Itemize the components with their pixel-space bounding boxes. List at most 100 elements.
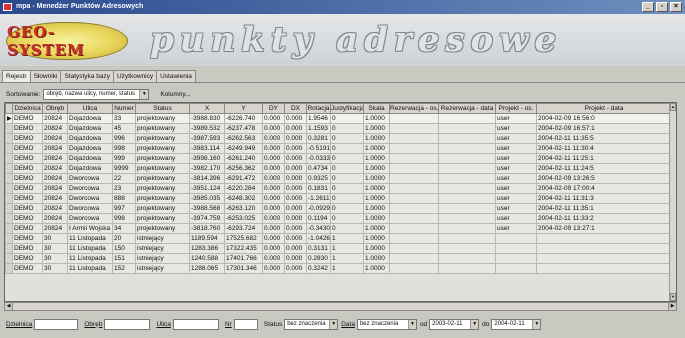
table-cell[interactable]: DEMO [12, 143, 43, 154]
table-cell[interactable]: -3951.124 [189, 183, 225, 194]
table-cell[interactable]: 0 [330, 113, 364, 124]
table-row[interactable]: DEMO 20824 Dworcowa 23 projektowany -3951.124… [5, 183, 672, 194]
table-cell[interactable]: 1.9546 [306, 113, 331, 124]
table-cell[interactable]: 1.1593 [306, 123, 331, 134]
table-cell[interactable] [389, 193, 439, 204]
table-cell[interactable] [438, 203, 496, 214]
sort-select[interactable]: obręb, nazwa ulicy, numer, status ▼ [43, 88, 150, 100]
row-indicator[interactable] [5, 203, 13, 214]
table-cell[interactable]: user [495, 143, 537, 154]
table-cell[interactable]: DEMO [12, 243, 43, 254]
table-cell[interactable]: 999 [112, 153, 136, 164]
table-cell[interactable]: -0.5191 [306, 143, 331, 154]
table-cell[interactable]: -3974.759 [189, 213, 225, 224]
nr-input[interactable] [233, 318, 258, 330]
row-indicator[interactable] [5, 253, 13, 264]
table-cell[interactable]: -0.3430 [306, 223, 331, 234]
table-cell[interactable]: DEMO [12, 193, 43, 204]
table-cell[interactable]: -6263.120 [224, 203, 263, 214]
table-cell[interactable]: projektowany [135, 113, 190, 124]
table-cell[interactable] [438, 153, 496, 164]
table-cell[interactable]: 0.000 [284, 123, 307, 134]
table-cell[interactable] [438, 183, 496, 194]
table-cell[interactable]: 1.0000 [363, 133, 390, 144]
table-cell[interactable] [536, 243, 672, 254]
table-cell[interactable]: projektowany [135, 213, 190, 224]
table-cell[interactable]: projektowany [135, 123, 190, 134]
table-cell[interactable]: 0.000 [284, 143, 307, 154]
tab-ustawienia[interactable]: Ustawienia [156, 70, 196, 82]
table-cell[interactable]: -6237.478 [224, 123, 263, 134]
table-cell[interactable]: user [495, 133, 537, 144]
column-header[interactable]: DY [262, 103, 285, 114]
table-cell[interactable] [495, 233, 537, 244]
table-cell[interactable]: 1.0000 [363, 163, 390, 174]
table-cell[interactable]: 1.0000 [363, 243, 390, 254]
table-cell[interactable]: 2004-02-11 11:30:4 [536, 143, 672, 154]
table-cell[interactable] [438, 263, 496, 274]
table-row[interactable]: DEMO 30 11 Listopada 151 istniejący 1240.588 1… [5, 253, 672, 264]
table-row[interactable]: DEMO 20824 Dworcowa 22 projektowany -3814.396… [5, 173, 672, 184]
table-cell[interactable]: 0 [330, 153, 364, 164]
table-row[interactable]: DEMO 30 11 Listopada 20 istniejący 1189.594 17… [5, 233, 672, 244]
table-cell[interactable]: DEMO [12, 153, 43, 164]
table-cell[interactable]: 888 [112, 193, 136, 204]
table-cell[interactable]: 0.000 [284, 213, 307, 224]
table-cell[interactable]: 22 [112, 173, 136, 184]
table-cell[interactable]: 11 Listopada [67, 253, 113, 264]
table-cell[interactable]: 0.3131 [306, 243, 331, 254]
table-cell[interactable]: DEMO [12, 233, 43, 244]
table-cell[interactable]: DEMO [12, 223, 43, 234]
chevron-down-icon[interactable]: ▼ [139, 89, 149, 99]
table-row[interactable]: DEMO 20824 Dojazdowa 998 projektowany -3983.1… [5, 143, 672, 154]
table-cell[interactable]: 998 [112, 213, 136, 224]
table-cell[interactable]: 20824 [42, 113, 68, 124]
table-cell[interactable]: 30 [42, 263, 68, 274]
chevron-down-icon[interactable]: ▼ [329, 319, 338, 329]
table-cell[interactable]: Dojazdowa [67, 113, 113, 124]
table-cell[interactable]: 0 [330, 193, 364, 204]
table-cell[interactable]: 11 Listopada [67, 263, 113, 274]
table-cell[interactable]: 0 [330, 163, 364, 174]
table-cell[interactable]: 0 [330, 123, 364, 134]
table-cell[interactable] [438, 163, 496, 174]
table-cell[interactable]: 20824 [42, 213, 68, 224]
vertical-scrollbar[interactable]: ▲ ▼ [669, 103, 676, 301]
table-cell[interactable] [389, 133, 439, 144]
table-cell[interactable]: -6261.240 [224, 153, 263, 164]
scroll-right-icon[interactable]: ▶ [668, 303, 676, 310]
table-cell[interactable] [438, 243, 496, 254]
table-cell[interactable]: 0.000 [284, 113, 307, 124]
table-cell[interactable]: -3983.114 [189, 143, 225, 154]
table-cell[interactable]: 2004-02-11 11:35:1 [536, 203, 672, 214]
table-cell[interactable]: DEMO [12, 113, 43, 124]
table-cell[interactable] [536, 233, 672, 244]
date-to-picker[interactable]: 2004-02-11 ▼ [491, 318, 542, 330]
table-cell[interactable]: istniejący [135, 253, 190, 264]
table-cell[interactable]: 0.000 [284, 173, 307, 184]
table-cell[interactable]: -1.2611 [306, 193, 331, 204]
table-cell[interactable]: Dojazdowa [67, 123, 113, 134]
table-cell[interactable]: projektowany [135, 153, 190, 164]
table-cell[interactable]: 1.0000 [363, 173, 390, 184]
table-cell[interactable]: 151 [112, 253, 136, 264]
table-cell[interactable]: istniejący [135, 263, 190, 274]
ulica-input[interactable] [172, 318, 219, 330]
column-header[interactable]: DX [284, 103, 307, 114]
table-cell[interactable]: -6293.724 [224, 223, 263, 234]
column-header[interactable]: Projekt - os. [495, 103, 537, 114]
table-cell[interactable]: 1 [330, 233, 364, 244]
table-cell[interactable] [389, 163, 439, 174]
table-cell[interactable]: istniejący [135, 233, 190, 244]
table-row[interactable]: DEMO 20824 I Armii Wojska 34 projektowany -38… [5, 223, 672, 234]
table-cell[interactable]: DEMO [12, 123, 43, 134]
row-indicator[interactable] [5, 153, 13, 164]
table-cell[interactable] [438, 223, 496, 234]
table-cell[interactable]: 0.000 [284, 263, 307, 274]
table-cell[interactable] [389, 233, 439, 244]
tab-slowniki[interactable]: Słowniki [29, 70, 62, 82]
date-mode-select[interactable]: bez znaczenia ▼ [356, 318, 417, 330]
table-cell[interactable]: 30 [42, 253, 68, 264]
table-cell[interactable]: 1.0000 [363, 193, 390, 204]
table-cell[interactable]: 1.0000 [363, 203, 390, 214]
